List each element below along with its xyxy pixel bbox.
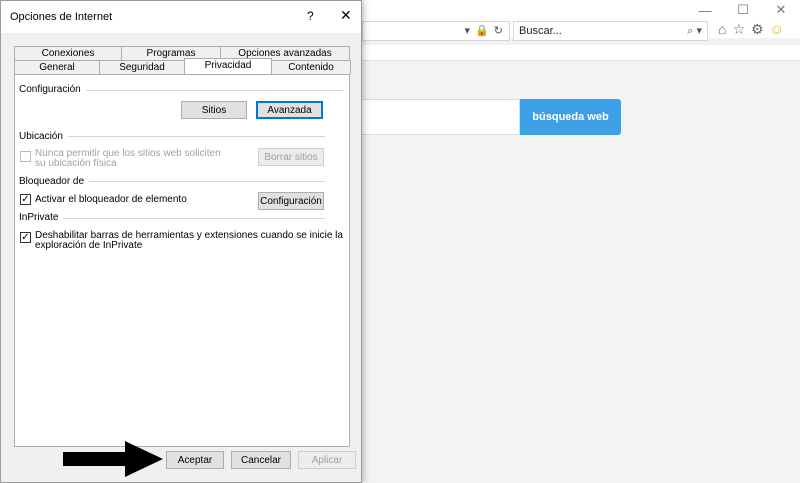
ok-button[interactable]: Aceptar [166,451,224,469]
close-window-icon[interactable]: ✕ [762,0,800,20]
tabs-row-top: Conexiones Programas Opciones avanzadas [14,46,350,60]
divider [21,218,325,219]
pointer-arrow-icon [63,441,163,477]
gear-icon[interactable]: ⚙ [751,21,764,38]
clear-sites-button[interactable]: Borrar sitios [258,148,324,166]
tab-seguridad[interactable]: Seguridad [99,60,185,74]
search-icon[interactable]: ⌕ ▾ [687,24,702,38]
inprivate-group-label: InPrivate [19,212,64,223]
dialog-title: Opciones de Internet [10,11,113,23]
search-placeholder: Buscar... [519,25,562,37]
help-icon[interactable]: ? [307,9,314,23]
inprivate-checkbox[interactable]: ✓ [20,232,31,243]
web-search-input[interactable] [362,99,520,135]
home-icon[interactable]: ⌂ [718,21,726,38]
blocker-config-button[interactable]: Configuración [258,192,324,210]
config-group-label: Configuración [19,84,86,95]
tab-general[interactable]: General [14,60,100,74]
close-icon[interactable]: ✕ [340,7,352,24]
location-group-label: Ubicación [19,131,68,142]
blocker-checkbox[interactable]: ✓ [20,194,31,205]
tab-contenido[interactable]: Contenido [271,60,351,74]
favorites-star-icon[interactable]: ☆ [732,21,745,38]
tabs-row-bottom: General Seguridad Privacidad Contenido [14,58,351,74]
maximize-icon[interactable]: ☐ [724,0,762,20]
smiley-feedback-icon[interactable]: ☺ [770,21,784,38]
lock-icon[interactable]: 🔒 [475,24,489,37]
sites-button[interactable]: Sitios [181,101,247,119]
blocker-label: Activar el bloqueador de elemento [35,194,187,205]
advanced-button[interactable]: Avanzada [256,101,323,119]
location-checkbox[interactable] [20,151,31,162]
toolbar-icons: ⌂ ☆ ⚙ ☺ [718,21,784,38]
search-input[interactable]: Buscar... ⌕ ▾ [513,21,708,41]
minimize-icon[interactable]: — [686,0,724,20]
tab-privacidad[interactable]: Privacidad [184,58,272,74]
tab-conexiones[interactable]: Conexiones [14,46,122,60]
dropdown-icon[interactable]: ▾ [465,24,471,37]
location-label-2: su ubicación física [35,158,117,169]
window-controls: — ☐ ✕ [686,0,800,20]
apply-button[interactable]: Aplicar [298,451,356,469]
address-bar[interactable]: ▾ 🔒 ↻ [362,21,510,41]
privacy-panel: Configuración Sitios Avanzada Ubicación … [14,74,350,447]
refresh-icon[interactable]: ↻ [494,24,503,37]
dialog-titlebar: Opciones de Internet ? ✕ [1,1,361,33]
inprivate-label-2: exploración de InPrivate [35,240,143,251]
web-search-button[interactable]: búsqueda web [520,99,621,135]
internet-options-dialog: Opciones de Internet ? ✕ Conexiones Prog… [0,0,362,483]
cancel-button[interactable]: Cancelar [231,451,291,469]
tab-strip [362,45,800,61]
blocker-group-label: Bloqueador de [19,176,90,187]
